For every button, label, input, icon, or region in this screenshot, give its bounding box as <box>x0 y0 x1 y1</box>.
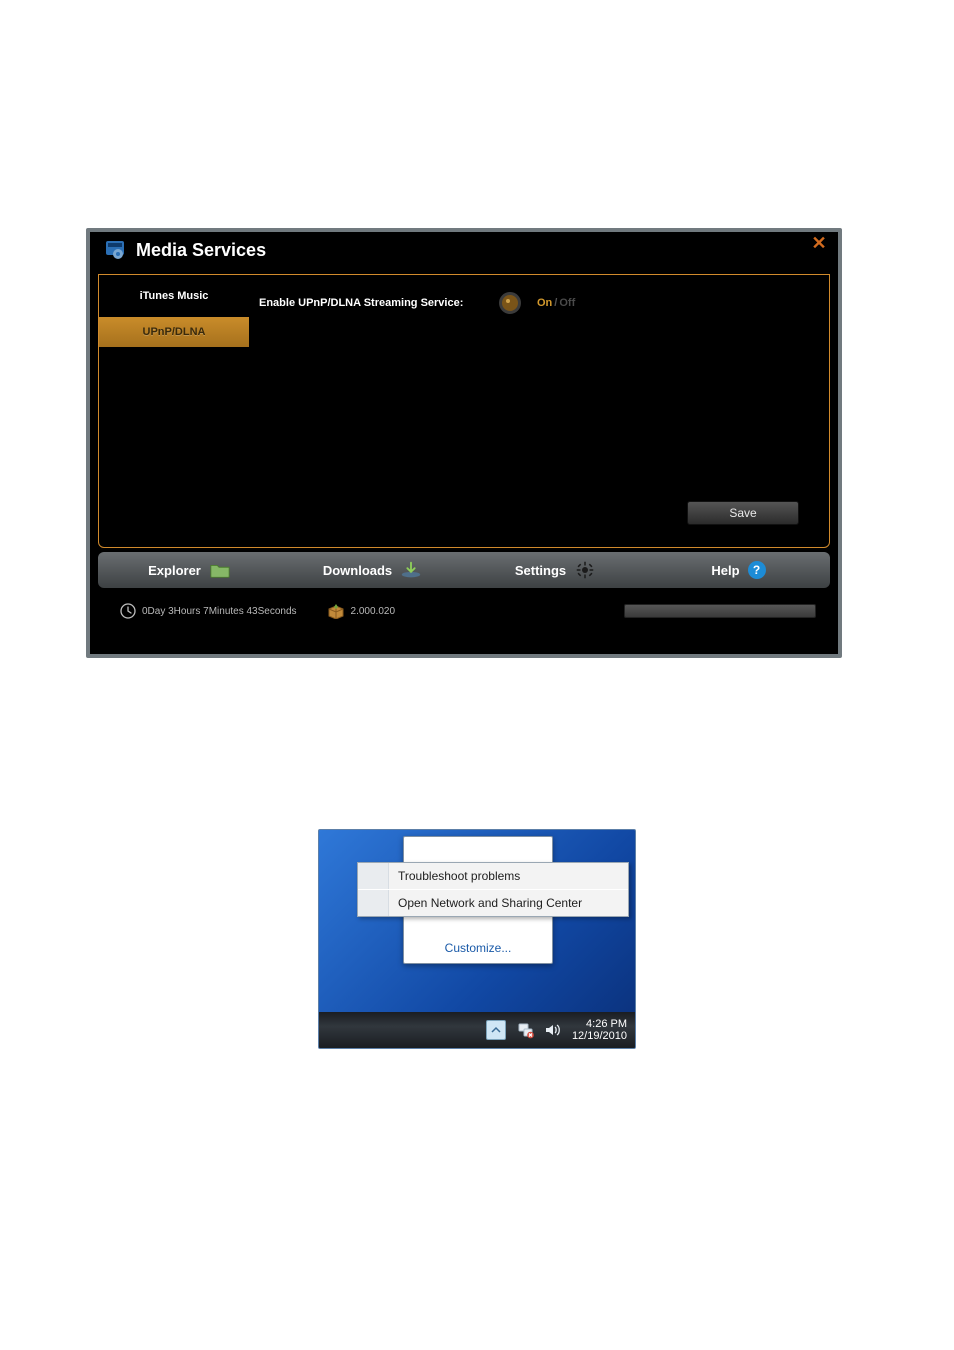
clock-icon <box>120 603 136 619</box>
gear-icon <box>574 561 596 579</box>
tray-clock[interactable]: 4:26 PM 12/19/2010 <box>572 1018 627 1042</box>
close-button[interactable]: ✕ <box>806 234 832 252</box>
customize-link[interactable]: Customize... <box>404 941 552 955</box>
page-title: Media Services <box>136 240 266 261</box>
toggle-on-label: On <box>537 297 552 309</box>
nav-settings[interactable]: Settings <box>464 561 647 579</box>
save-button[interactable]: Save <box>687 501 799 525</box>
folder-icon <box>209 561 231 579</box>
menu-troubleshoot[interactable]: Troubleshoot problems <box>358 863 628 889</box>
app-icon <box>104 238 128 267</box>
nav-explorer[interactable]: Explorer <box>98 561 281 579</box>
toggle-radio-icon[interactable] <box>499 292 521 314</box>
app-window: Media Services ✕ iTunes Music UPnP/DLNA … <box>86 228 842 658</box>
menu-open-network[interactable]: Open Network and Sharing Center <box>358 889 628 916</box>
volume-icon[interactable] <box>544 1021 562 1039</box>
show-hidden-icons-button[interactable] <box>486 1020 506 1040</box>
status-bar: 0Day 3Hours 7Minutes 43Seconds 2.000.020 <box>98 594 830 628</box>
sidebar-item-itunes[interactable]: iTunes Music <box>99 281 249 311</box>
desktop-screenshot: Customize... Troubleshoot problems Open … <box>318 829 636 1049</box>
network-icon[interactable] <box>516 1021 534 1039</box>
tray-date: 12/19/2010 <box>572 1030 627 1042</box>
settings-panel: iTunes Music UPnP/DLNA Enable UPnP/DLNA … <box>98 274 830 548</box>
upnp-toggle-row: Enable UPnP/DLNA Streaming Service: On/O… <box>259 285 819 321</box>
titlebar: Media Services ✕ <box>90 232 838 274</box>
sidebar-item-upnp[interactable]: UPnP/DLNA <box>99 317 249 347</box>
bottom-navbar: Explorer Downloads Settings <box>98 552 830 588</box>
uptime-text: 0Day 3Hours 7Minutes 43Seconds <box>142 606 297 617</box>
taskbar: 4:26 PM 12/19/2010 <box>319 1012 635 1048</box>
tray-time: 4:26 PM <box>572 1018 627 1030</box>
progress-bar <box>624 604 816 618</box>
help-icon: ? <box>748 561 766 579</box>
toggle-value[interactable]: On/Off <box>537 297 575 309</box>
nav-help-label: Help <box>711 563 739 578</box>
sidebar: iTunes Music UPnP/DLNA <box>99 275 249 547</box>
context-menu: Troubleshoot problems Open Network and S… <box>357 862 629 917</box>
version-text: 2.000.020 <box>351 606 396 617</box>
toggle-off-label: Off <box>559 297 575 309</box>
package-icon <box>327 603 345 619</box>
nav-settings-label: Settings <box>515 563 566 578</box>
nav-explorer-label: Explorer <box>148 563 201 578</box>
content-area: Enable UPnP/DLNA Streaming Service: On/O… <box>259 285 819 537</box>
nav-downloads-label: Downloads <box>323 563 392 578</box>
nav-downloads[interactable]: Downloads <box>281 561 464 579</box>
upnp-toggle-label: Enable UPnP/DLNA Streaming Service: <box>259 297 499 309</box>
nav-help[interactable]: Help ? <box>647 561 830 579</box>
download-icon <box>400 561 422 579</box>
